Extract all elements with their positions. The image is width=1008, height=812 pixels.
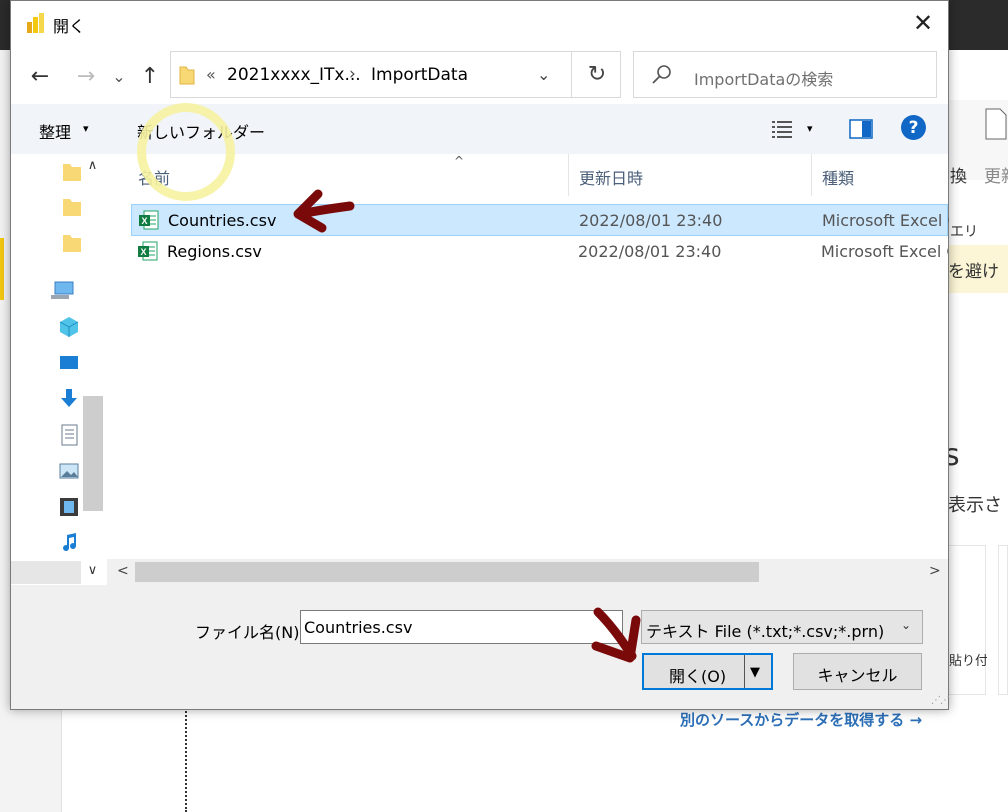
annotation-layer	[293, 189, 641, 663]
